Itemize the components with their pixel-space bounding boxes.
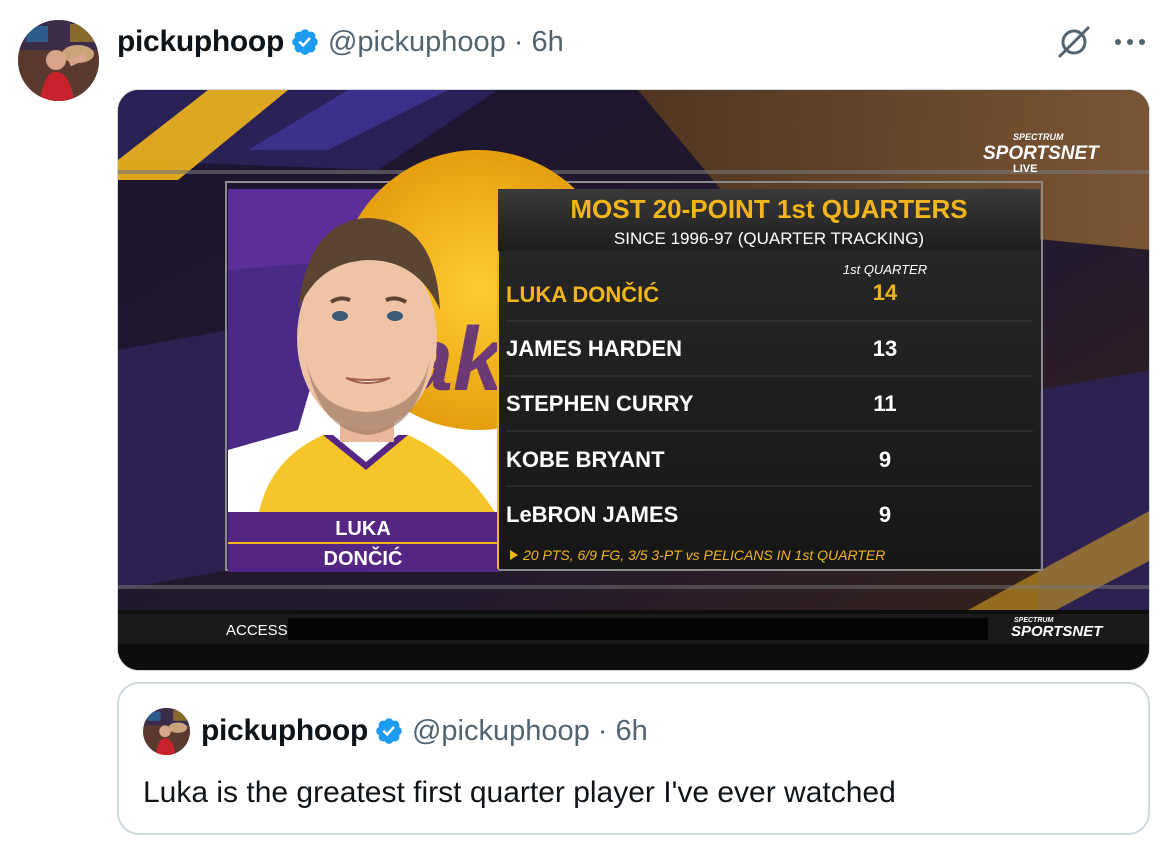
graphic-title: MOST 20-POINT 1st QUARTERS — [570, 194, 967, 224]
quoted-tweet-timestamp[interactable]: 6h — [615, 715, 647, 748]
quoted-tweet-text: Luka is the greatest first quarter playe… — [143, 776, 896, 809]
player-first-name: LUKA — [335, 518, 391, 540]
ticker-label: ACCESS — [226, 622, 288, 639]
row-value: 9 — [879, 502, 891, 527]
row-value: 14 — [873, 280, 898, 305]
tweet-media[interactable]: SPECTRUM SPORTSNET LIVE Lak — [117, 89, 1150, 671]
row-name: LUKA DONČIĆ — [506, 282, 659, 307]
more-icon[interactable] — [1110, 22, 1150, 62]
tweet-header: pickuphoop @pickuphoop · 6h — [117, 22, 564, 62]
network-logo-sub: LIVE — [1013, 163, 1037, 175]
quoted-author-display-name[interactable]: pickuphoop — [201, 714, 368, 748]
network-logo-top: SPECTRUM — [1013, 132, 1064, 142]
row-value: 13 — [873, 336, 897, 361]
tweet-actions-top — [1054, 22, 1150, 62]
tweet-timestamp[interactable]: 6h — [531, 26, 563, 59]
broadcast-graphic: SPECTRUM SPORTSNET LIVE Lak — [118, 90, 1149, 670]
row-name: LeBRON JAMES — [506, 502, 678, 527]
row-value: 11 — [873, 391, 896, 416]
network-logo-main: SPORTSNET — [983, 143, 1100, 164]
graphic-subtitle: SINCE 1996-97 (QUARTER TRACKING) — [614, 229, 924, 248]
header-separator: · — [513, 25, 524, 58]
row-name: STEPHEN CURRY — [506, 391, 694, 416]
quoted-author-handle[interactable]: @pickuphoop — [412, 715, 590, 748]
grok-icon[interactable] — [1054, 22, 1094, 62]
verified-badge-icon[interactable] — [290, 27, 320, 57]
ticker-logo-main: SPORTSNET — [1011, 623, 1104, 640]
author-avatar[interactable] — [18, 20, 99, 101]
graphic-footnote: 20 PTS, 6/9 FG, 3/5 3-PT vs PELICANS IN … — [522, 547, 885, 563]
row-name: JAMES HARDEN — [506, 336, 682, 361]
player-last-name: DONČIĆ — [324, 546, 403, 570]
author-handle[interactable]: @pickuphoop — [328, 26, 506, 59]
verified-badge-icon[interactable] — [374, 716, 404, 746]
quoted-author-avatar-image — [143, 707, 190, 755]
author-display-name[interactable]: pickuphoop — [117, 25, 284, 59]
row-value: 9 — [879, 447, 891, 472]
row-name: KOBE BRYANT — [506, 447, 665, 472]
quoted-tweet[interactable]: pickuphoop @pickuphoop · 6h Luka is the … — [117, 682, 1150, 835]
column-header: 1st QUARTER — [843, 262, 927, 277]
quoted-header-separator: · — [597, 714, 608, 747]
quoted-author-avatar[interactable] — [143, 707, 190, 755]
author-avatar-image — [18, 20, 99, 101]
quoted-tweet-header: pickuphoop @pickuphoop · 6h — [143, 707, 648, 755]
